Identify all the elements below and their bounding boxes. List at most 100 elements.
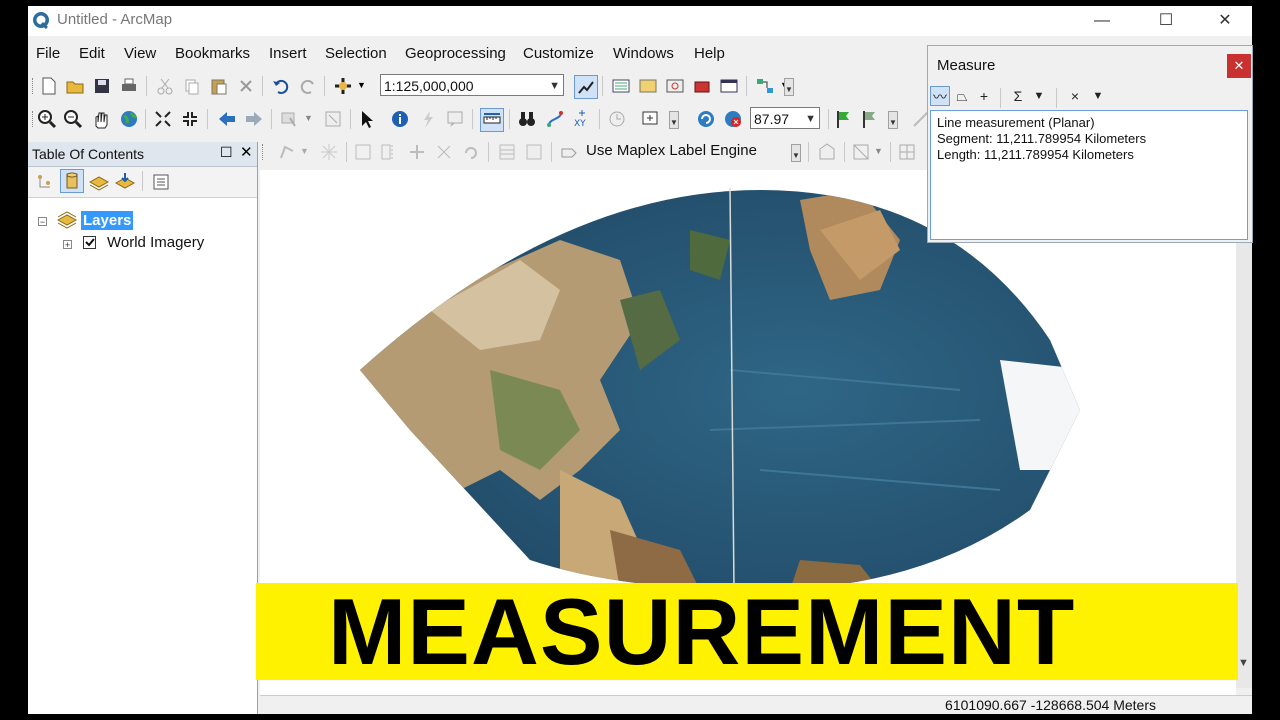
select-features-dropdown-icon[interactable]: ▼ (304, 113, 313, 123)
refresh-map-icon[interactable] (695, 108, 717, 130)
print-icon[interactable] (118, 75, 140, 97)
topology-icon[interactable] (850, 141, 872, 163)
measure-feature-icon[interactable]: + (974, 86, 994, 106)
pause-drawing-icon[interactable] (722, 108, 744, 130)
menu-insert[interactable]: Insert (269, 45, 307, 62)
modelbuilder-icon[interactable] (754, 75, 776, 97)
print-preview-icon[interactable] (816, 141, 838, 163)
search-window-icon[interactable] (664, 75, 686, 97)
snap-icon[interactable] (318, 141, 340, 163)
toc-close-icon[interactable]: ✕ (240, 143, 253, 161)
delete-icon[interactable] (235, 75, 257, 97)
edit-vertices-dropdown-icon[interactable]: ▼ (300, 146, 309, 156)
redo-icon[interactable] (297, 75, 319, 97)
menu-file[interactable]: File (36, 45, 60, 62)
toc-options-icon[interactable] (150, 171, 172, 193)
measure-line-icon[interactable]: 〰 (930, 86, 950, 106)
menu-geoprocessing[interactable]: Geoprocessing (405, 45, 506, 62)
undo-icon[interactable] (270, 75, 292, 97)
find-binoculars-icon[interactable] (516, 108, 538, 130)
html-popup-icon[interactable] (444, 108, 466, 130)
minimize-button[interactable]: — (1085, 8, 1119, 34)
hyperlink-icon[interactable] (417, 108, 439, 130)
menu-windows[interactable]: Windows (613, 45, 674, 62)
clear-results-icon[interactable]: × (1065, 86, 1085, 106)
editor-toolbar-icon[interactable] (574, 75, 598, 99)
zoom-in-icon[interactable] (36, 108, 58, 130)
sketch-properties-icon[interactable] (523, 141, 545, 163)
list-by-selection-icon[interactable] (114, 171, 136, 193)
add-data-dropdown-icon[interactable]: ▼ (357, 80, 366, 90)
menu-help[interactable]: Help (694, 45, 725, 62)
find-route-icon[interactable] (544, 108, 566, 130)
fixed-zoom-out-icon[interactable] (179, 108, 201, 130)
toolbar-options-dropdown[interactable]: ▼ (888, 111, 898, 129)
save-icon[interactable] (91, 75, 113, 97)
select-elements-arrow-icon[interactable] (356, 108, 378, 130)
attributes-icon[interactable] (496, 141, 518, 163)
menu-edit[interactable]: Edit (79, 45, 105, 62)
time-slider-icon[interactable] (606, 108, 628, 130)
open-folder-icon[interactable] (64, 75, 86, 97)
zoom-percent-combobox[interactable]: 87.97 ▼ (750, 107, 820, 129)
zoom-out-icon[interactable] (62, 108, 84, 130)
list-by-source-icon[interactable] (60, 169, 84, 193)
layer-name-world-imagery[interactable]: World Imagery (107, 234, 204, 251)
measure-results-panel[interactable]: Line measurement (Planar) Segment: 11,21… (930, 110, 1248, 240)
list-by-drawing-order-icon[interactable] (34, 171, 56, 193)
cut-polygons-icon[interactable] (378, 141, 400, 163)
label-manager-icon[interactable] (558, 141, 580, 163)
full-extent-globe-icon[interactable] (118, 108, 140, 130)
pan-hand-icon[interactable] (90, 108, 112, 130)
cut-icon[interactable] (154, 75, 176, 97)
clear-selection-icon[interactable] (322, 108, 344, 130)
scroll-down-icon[interactable]: ▼ (1238, 657, 1249, 669)
identify-icon[interactable] (389, 108, 411, 130)
python-window-icon[interactable] (718, 75, 740, 97)
fixed-zoom-in-icon[interactable] (152, 108, 174, 130)
show-total-sigma-icon[interactable]: Σ (1008, 86, 1028, 106)
layers-dataframe-label[interactable]: Layers (81, 211, 134, 230)
toolbar-options-dropdown[interactable]: ▼ (791, 144, 801, 162)
map-scale-combobox[interactable]: 1:125,000,000 ▼ (380, 74, 564, 96)
menu-view[interactable]: View (124, 45, 156, 62)
close-button[interactable]: ✕ (1208, 8, 1242, 34)
toolbar-options-dropdown[interactable]: ▼ (669, 111, 679, 129)
measure-area-icon[interactable]: ⏢ (952, 86, 972, 106)
table-of-contents-icon[interactable] (610, 75, 632, 97)
map-vertical-scrollbar[interactable]: ▼ (1236, 170, 1252, 688)
go-to-xy-icon[interactable]: XY (571, 108, 593, 130)
maplex-label-engine-option[interactable]: Use Maplex Label Engine (586, 142, 757, 159)
arctoolbox-icon[interactable] (691, 75, 713, 97)
maximize-button[interactable]: ☐ (1149, 8, 1183, 34)
edit-vertices-icon[interactable] (276, 141, 298, 163)
copy-icon[interactable] (181, 75, 203, 97)
menu-selection[interactable]: Selection (325, 45, 387, 62)
new-document-icon[interactable] (38, 75, 60, 97)
rotate-icon[interactable] (433, 141, 455, 163)
layer-visibility-checkbox[interactable] (83, 236, 96, 249)
yellow-flag-icon[interactable] (858, 108, 880, 130)
list-by-visibility-icon[interactable] (88, 171, 110, 193)
create-viewer-window-icon[interactable] (640, 108, 662, 130)
layer-expand-toggle[interactable]: + (63, 240, 72, 250)
add-data-icon[interactable] (332, 75, 354, 97)
menu-customize[interactable]: Customize (523, 45, 594, 62)
split-icon[interactable] (406, 141, 428, 163)
forward-extent-icon[interactable] (243, 108, 265, 130)
layers-collapse-toggle[interactable]: − (38, 217, 47, 227)
topology-dropdown-icon[interactable]: ▼ (874, 146, 883, 156)
measurement-type-dropdown-icon[interactable]: ▼ (1088, 86, 1108, 106)
catalog-icon[interactable] (637, 75, 659, 97)
rotate-arrow-icon[interactable] (460, 141, 482, 163)
toc-autohide-button[interactable]: ☐ (220, 144, 233, 161)
reshape-icon[interactable] (352, 141, 374, 163)
paste-icon[interactable] (208, 75, 230, 97)
back-extent-icon[interactable] (216, 108, 238, 130)
green-flag-icon[interactable] (832, 108, 854, 130)
measure-close-icon[interactable]: ✕ (1227, 54, 1251, 78)
measure-ruler-icon[interactable] (480, 108, 504, 132)
toolbar-options-dropdown[interactable]: ▼ (784, 78, 794, 96)
menu-bookmarks[interactable]: Bookmarks (175, 45, 250, 62)
choose-units-dropdown-icon[interactable]: ▼ (1029, 86, 1049, 106)
